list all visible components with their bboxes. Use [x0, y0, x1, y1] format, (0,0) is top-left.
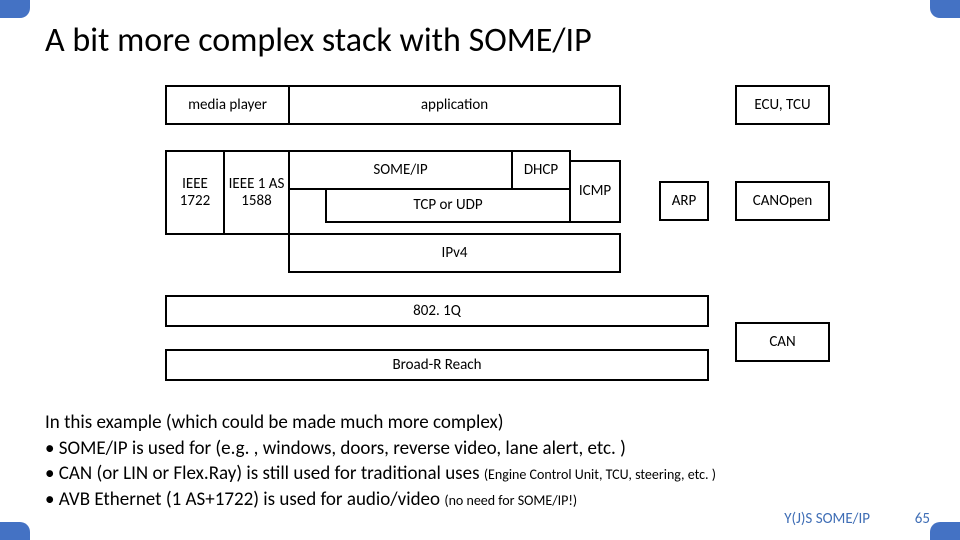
box-application: application: [288, 85, 621, 125]
box-media-player: media player: [165, 85, 290, 125]
box-arp: ARP: [659, 181, 709, 221]
box-icmp: ICMP: [569, 160, 621, 223]
box-ecu-tcu: ECU, TCU: [735, 85, 830, 125]
box-tcp-udp: TCP or UDP: [325, 188, 571, 223]
body-text: In this example (which could be made muc…: [45, 410, 925, 513]
bullet-2: • CAN (or LIN or Flex.Ray) is still used…: [45, 461, 925, 487]
box-canopen: CANOpen: [735, 181, 830, 221]
box-dhcp: DHCP: [511, 150, 571, 190]
page-title: A bit more complex stack with SOME/IP: [45, 20, 592, 61]
box-8021q: 802. 1Q: [165, 295, 709, 327]
box-ipv4: IPv4: [288, 233, 621, 273]
footer-page-number: 65: [915, 510, 930, 528]
box-can: CAN: [735, 322, 830, 362]
box-ieee-1722: IEEE 1722: [165, 150, 225, 235]
box-someip: SOME/IP: [288, 150, 513, 190]
body-intro: In this example (which could be made muc…: [45, 410, 925, 436]
box-broadr-reach: Broad-R Reach: [165, 349, 709, 381]
bullet-1: • SOME/IP is used for (e.g. , windows, d…: [45, 436, 925, 462]
box-ieee-1as-1588: IEEE 1 AS 1588: [223, 150, 290, 235]
bullet-3: • AVB Ethernet (1 AS+1722) is used for a…: [45, 487, 925, 513]
footer-source: Y(J)S SOME/IP: [784, 510, 870, 528]
